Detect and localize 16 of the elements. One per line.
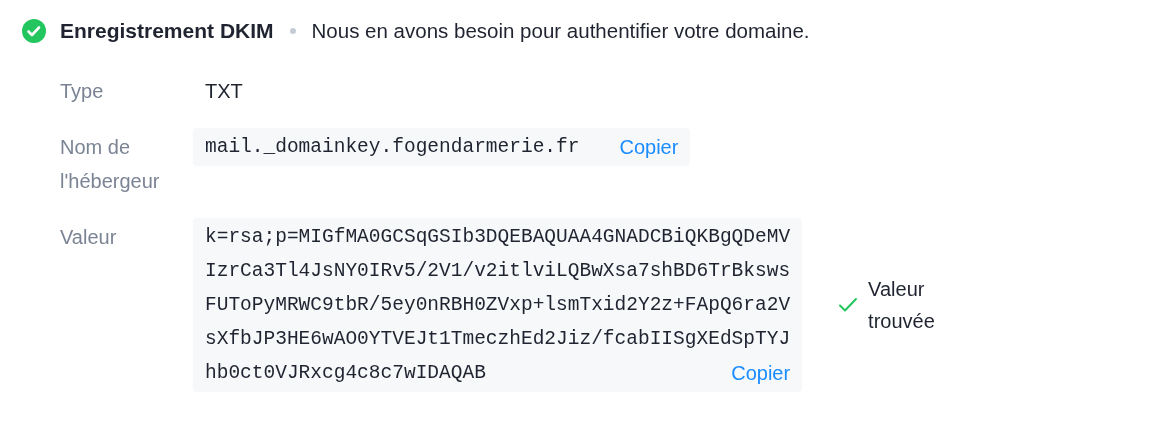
record-description: Nous en avons besoin pour authentifier votre domaine. — [311, 19, 810, 43]
field-value: TXT — [205, 79, 244, 104]
copy-link[interactable]: Copier — [731, 361, 791, 385]
copy-link[interactable]: Copier — [619, 135, 679, 159]
separator-dot-icon — [289, 28, 296, 34]
field-label: Type — [60, 79, 105, 104]
field-label: Valeur — [60, 225, 118, 250]
code-line: mail._domainkey.fogendarmerie.fr — [205, 136, 580, 158]
code-line: sXfbJP3HE6wAO0YTVEJt1TmeczhEd2Jiz/fcabIISgXEdSpTYJ — [205, 328, 791, 350]
code-line: hb0ct0VJRxcg4c8c7wIDAQAB — [205, 362, 486, 384]
field-label: Nom de l'hébergeur — [60, 135, 161, 194]
record-title: Enregistrement DKIM — [60, 19, 274, 43]
code-line: FUToPyMRWC9tbR/5ey0nRBH0ZVxp+lsmTxid2Y2z+FApQ6ra2V — [205, 294, 791, 316]
code-line: k=rsa;p=MIGfMA0GCSqGSIb3DQEBAQUAA4GNADCBiQKBgQDeMV — [205, 226, 791, 248]
status-text: Valeur trouvée — [868, 277, 936, 334]
code-line: IzrCa3Tl4JsNY0IRv5/2V1/v2itlviLQBwXsa7shBD6TrBksws — [205, 260, 791, 282]
